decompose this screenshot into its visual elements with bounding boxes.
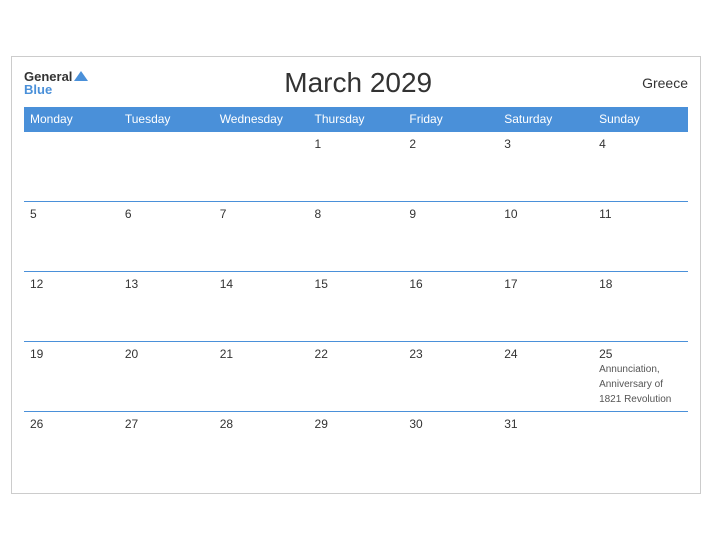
day-number: 24 (504, 347, 587, 361)
day-cell (24, 131, 119, 201)
day-cell: 27 (119, 411, 214, 481)
day-number: 28 (220, 417, 303, 431)
day-cell: 16 (403, 271, 498, 341)
day-cell: 11 (593, 201, 688, 271)
day-cell: 12 (24, 271, 119, 341)
day-cell: 23 (403, 341, 498, 411)
day-number: 13 (125, 277, 208, 291)
day-number: 18 (599, 277, 682, 291)
day-cell: 21 (214, 341, 309, 411)
day-cell: 26 (24, 411, 119, 481)
col-header-monday: Monday (24, 107, 119, 132)
day-cell: 19 (24, 341, 119, 411)
day-cell: 6 (119, 201, 214, 271)
day-number: 3 (504, 137, 587, 151)
calendar-header: General Blue March 2029 Greece (24, 67, 688, 99)
day-number: 2 (409, 137, 492, 151)
col-header-sunday: Sunday (593, 107, 688, 132)
day-number: 23 (409, 347, 492, 361)
day-number: 6 (125, 207, 208, 221)
day-cell: 15 (309, 271, 404, 341)
day-number: 27 (125, 417, 208, 431)
col-header-wednesday: Wednesday (214, 107, 309, 132)
day-number: 26 (30, 417, 113, 431)
calendar-tbody: 1234567891011121314151617181920212223242… (24, 131, 688, 481)
day-cell: 7 (214, 201, 309, 271)
day-number: 19 (30, 347, 113, 361)
day-number: 7 (220, 207, 303, 221)
day-cell: 18 (593, 271, 688, 341)
calendar-grid: MondayTuesdayWednesdayThursdayFridaySatu… (24, 107, 688, 482)
day-cell: 1 (309, 131, 404, 201)
day-number: 1 (315, 137, 398, 151)
col-header-thursday: Thursday (309, 107, 404, 132)
day-number: 8 (315, 207, 398, 221)
day-number: 14 (220, 277, 303, 291)
day-number: 12 (30, 277, 113, 291)
col-header-friday: Friday (403, 107, 498, 132)
day-event: Annunciation, Anniversary of 1821 Revolu… (599, 364, 671, 405)
calendar-header-row: MondayTuesdayWednesdayThursdayFridaySatu… (24, 107, 688, 132)
day-number: 17 (504, 277, 587, 291)
calendar-country: Greece (628, 75, 688, 91)
day-cell: 4 (593, 131, 688, 201)
week-row-4: 19 20 21 22 23 24 25 Annunciation, Anniversary … (24, 341, 688, 411)
day-number: 4 (599, 137, 682, 151)
day-cell: 20 (119, 341, 214, 411)
day-number: 30 (409, 417, 492, 431)
day-cell: 25 Annunciation, Anniversary of 1821 Revo… (593, 341, 688, 411)
day-cell: 29 (309, 411, 404, 481)
day-cell: 17 (498, 271, 593, 341)
day-number: 5 (30, 207, 113, 221)
day-number: 31 (504, 417, 587, 431)
logo: General Blue (24, 70, 88, 96)
day-cell: 10 (498, 201, 593, 271)
week-row-1: 1234 (24, 131, 688, 201)
day-cell: 2 (403, 131, 498, 201)
logo-general-text: General (24, 70, 72, 83)
week-row-2: 56789 10 11 (24, 201, 688, 271)
day-cell: 28 (214, 411, 309, 481)
day-cell: 31 (498, 411, 593, 481)
calendar-thead: MondayTuesdayWednesdayThursdayFridaySatu… (24, 107, 688, 132)
col-header-tuesday: Tuesday (119, 107, 214, 132)
day-cell: 30 (403, 411, 498, 481)
calendar-title: March 2029 (88, 67, 628, 99)
day-number: 16 (409, 277, 492, 291)
day-number: 11 (599, 207, 682, 221)
col-header-saturday: Saturday (498, 107, 593, 132)
day-cell: 8 (309, 201, 404, 271)
week-row-3: 12 13 14 15 16 17 18 (24, 271, 688, 341)
logo-blue-text: Blue (24, 83, 52, 96)
day-cell: 3 (498, 131, 593, 201)
day-number: 29 (315, 417, 398, 431)
day-cell: 9 (403, 201, 498, 271)
day-number: 25 (599, 347, 682, 361)
day-cell: 22 (309, 341, 404, 411)
day-number: 10 (504, 207, 587, 221)
calendar-wrapper: General Blue March 2029 Greece MondayTue… (11, 56, 701, 495)
day-cell (119, 131, 214, 201)
day-number: 9 (409, 207, 492, 221)
logo-triangle-icon (74, 71, 88, 81)
day-cell: 5 (24, 201, 119, 271)
day-cell (593, 411, 688, 481)
day-cell: 14 (214, 271, 309, 341)
week-row-5: 26 27 28 29 30 31 (24, 411, 688, 481)
day-cell: 13 (119, 271, 214, 341)
day-cell (214, 131, 309, 201)
day-number: 15 (315, 277, 398, 291)
day-cell: 24 (498, 341, 593, 411)
day-number: 22 (315, 347, 398, 361)
day-number: 20 (125, 347, 208, 361)
day-number: 21 (220, 347, 303, 361)
